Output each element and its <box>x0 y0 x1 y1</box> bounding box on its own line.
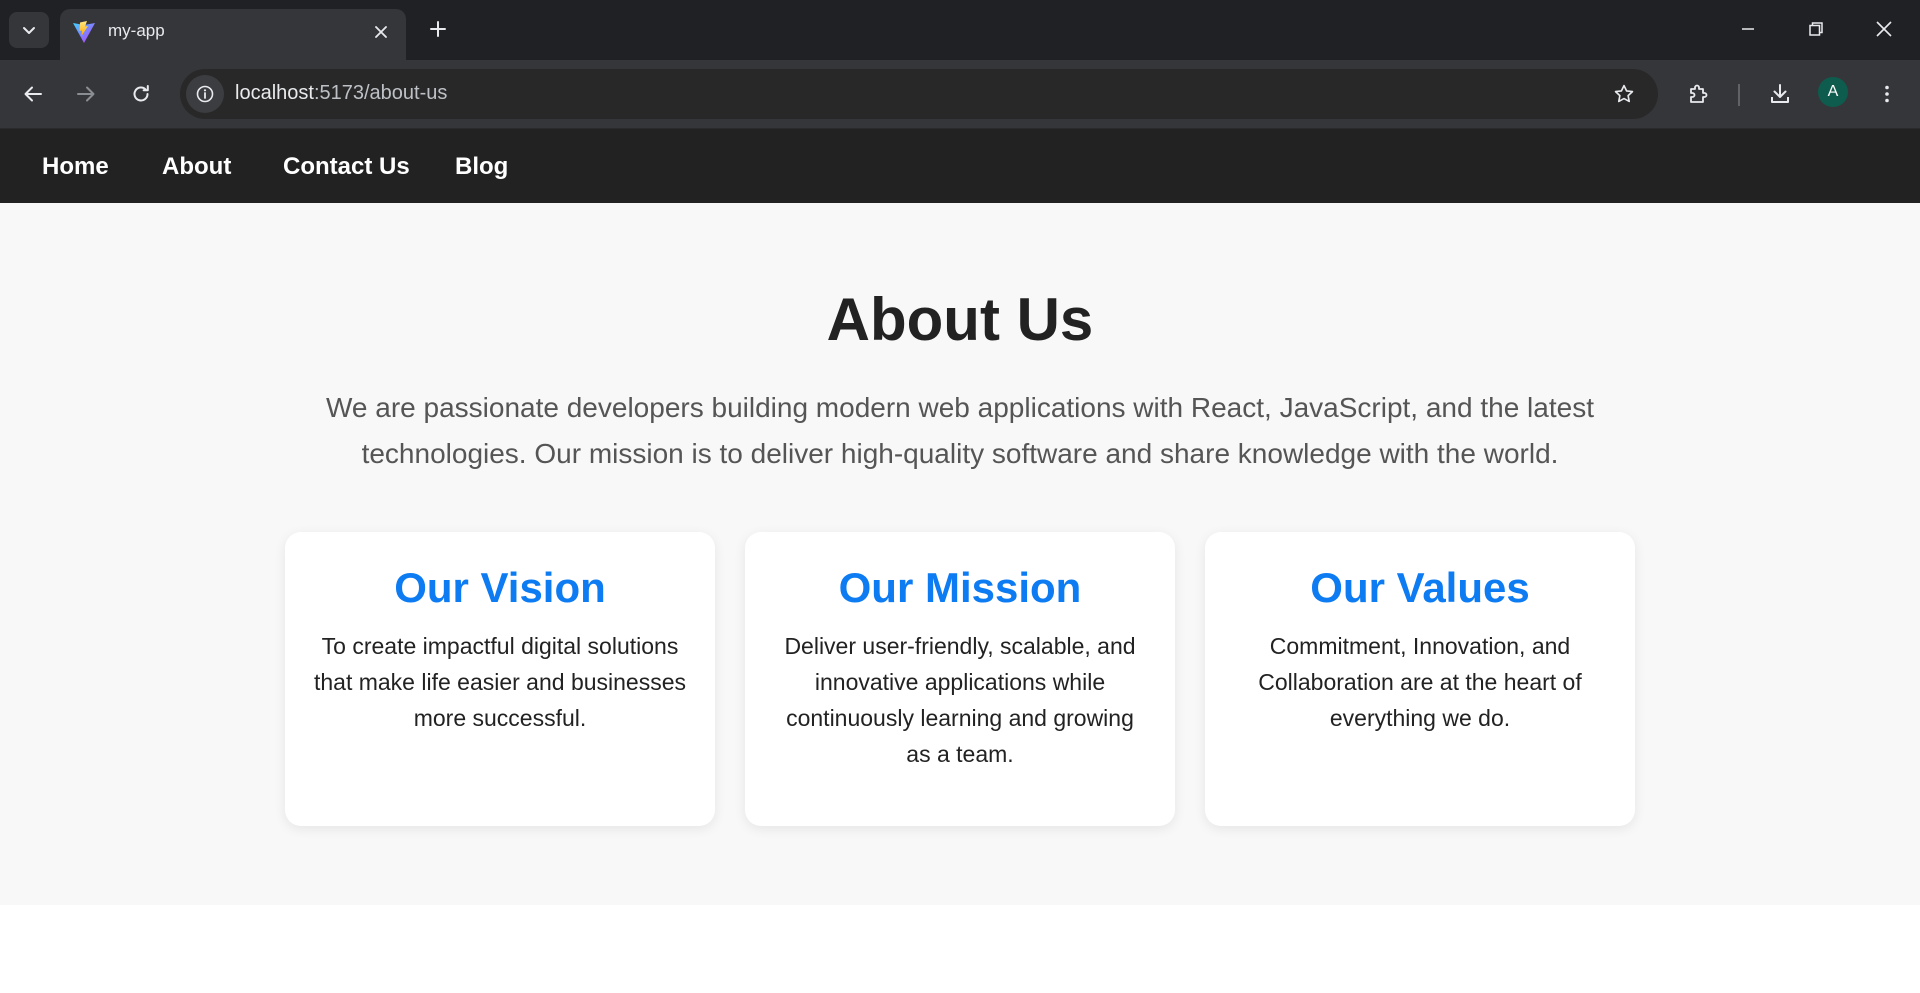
close-icon <box>375 26 387 38</box>
values-card: Our Values Commitment, Innovation, and C… <box>1205 532 1635 826</box>
site-navbar: Home About Contact Us Blog <box>0 129 1920 203</box>
card-title: Our Vision <box>394 564 606 611</box>
mission-card: Our Mission Deliver user-friendly, scala… <box>745 532 1175 826</box>
vite-logo-icon <box>73 21 95 43</box>
extensions-button[interactable] <box>1679 74 1719 114</box>
downloads-button[interactable] <box>1760 74 1800 114</box>
nav-link-about[interactable]: About <box>162 153 231 181</box>
about-intro: We are passionate developers building mo… <box>326 392 1594 469</box>
tab-strip: my-app <box>0 0 1920 60</box>
tab-close-button[interactable] <box>367 18 395 46</box>
address-bar[interactable]: localhost:5173/about-us <box>180 69 1658 119</box>
nav-link-home[interactable]: Home <box>42 153 109 181</box>
arrow-left-icon <box>24 86 42 102</box>
url-host: localhost <box>235 82 314 104</box>
arrow-right-icon <box>77 86 95 102</box>
new-tab-button[interactable] <box>420 11 456 47</box>
card-title: Our Values <box>1310 564 1530 611</box>
tab-search-button[interactable] <box>9 12 49 48</box>
forward-button[interactable] <box>66 74 106 114</box>
minimize-button[interactable] <box>1716 0 1780 58</box>
close-window-button[interactable] <box>1852 0 1916 58</box>
restore-button[interactable] <box>1784 0 1848 58</box>
profile-avatar[interactable]: A <box>1818 77 1848 107</box>
puzzle-icon <box>1690 84 1708 103</box>
info-icon <box>196 85 214 103</box>
plus-icon <box>430 21 446 37</box>
page-title: About Us <box>826 286 1094 353</box>
card-text: Deliver user-friendly, scalable, and inn… <box>784 633 1136 767</box>
star-icon <box>1614 84 1634 103</box>
nav-link-contact-us[interactable]: Contact Us <box>283 153 410 181</box>
vision-card: Our Vision To create impactful digital s… <box>285 532 715 826</box>
browser-tab-active[interactable]: my-app <box>60 9 406 60</box>
tab-title: my-app <box>108 21 165 40</box>
back-button[interactable] <box>13 74 53 114</box>
url-path: :5173/about-us <box>313 82 448 104</box>
nav-link-blog[interactable]: Blog <box>455 153 508 181</box>
close-icon <box>1876 21 1892 37</box>
minimize-icon <box>1742 28 1754 30</box>
card-text: Commitment, Innovation, and Collaboratio… <box>1258 633 1582 731</box>
more-vertical-icon <box>1885 85 1889 103</box>
chevron-down-icon <box>23 27 35 34</box>
reload-icon <box>133 85 149 102</box>
card-title: Our Mission <box>838 564 1082 611</box>
card-text: To create impactful digital solutions th… <box>313 633 687 731</box>
browser-menu-button[interactable] <box>1867 74 1907 114</box>
page-viewport: Home About Contact Us Blog About Us We a… <box>0 129 1920 993</box>
toolbar-divider <box>1738 84 1740 106</box>
reload-button[interactable] <box>121 74 161 114</box>
about-section: About Us We are passionate developers bu… <box>0 203 1920 905</box>
restore-icon <box>1809 22 1823 36</box>
download-icon <box>1771 84 1789 103</box>
browser-toolbar: localhost:5173/about-us A <box>0 60 1920 129</box>
site-info-button[interactable] <box>186 75 224 113</box>
bookmark-button[interactable] <box>1604 74 1644 114</box>
url-text[interactable]: localhost:5173/about-us <box>235 82 447 105</box>
